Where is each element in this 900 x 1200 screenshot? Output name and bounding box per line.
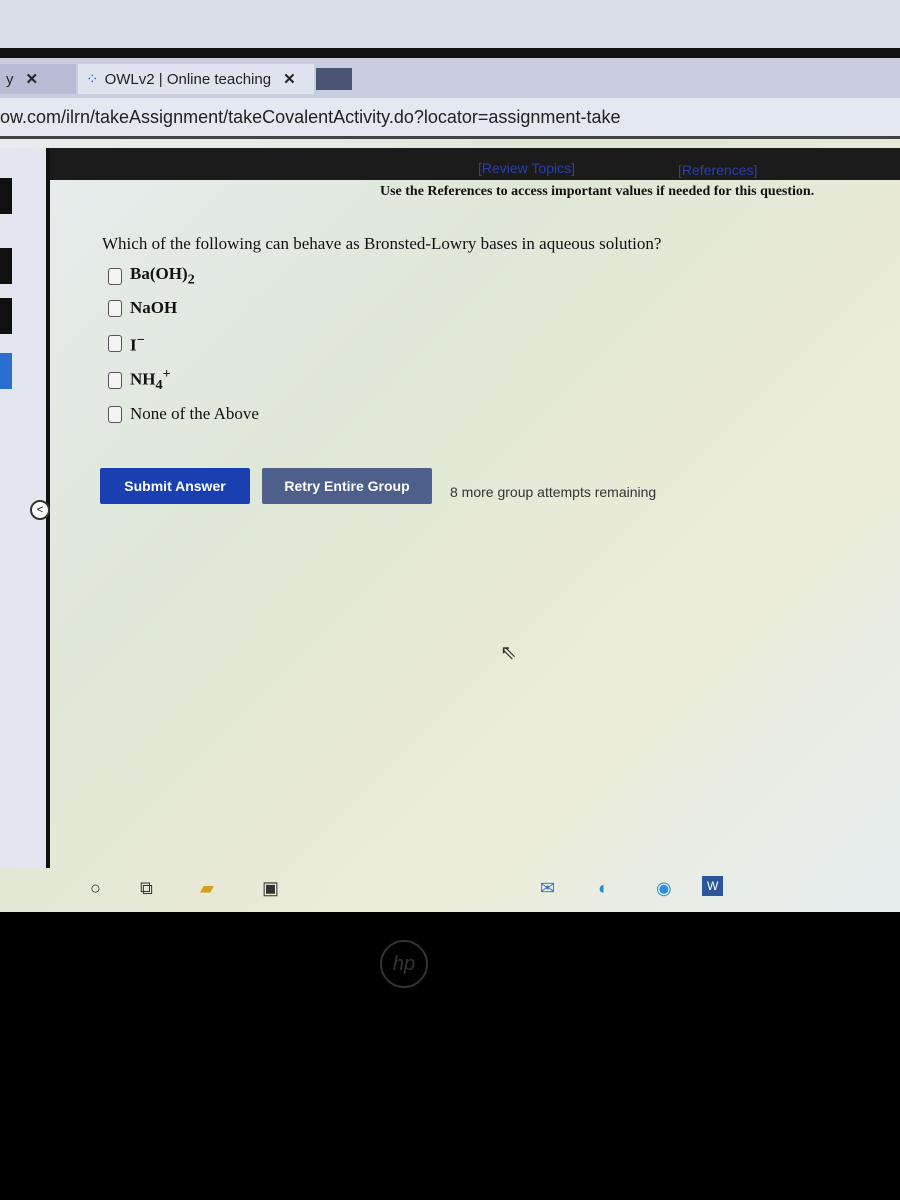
file-explorer-icon[interactable]: ▰: [200, 878, 214, 899]
superscript: −: [136, 332, 145, 348]
option-label: NaOH: [130, 298, 178, 317]
chrome-icon[interactable]: ◉: [656, 878, 672, 899]
mouse-cursor-icon: ⇖: [500, 642, 517, 664]
references-link[interactable]: [References]: [678, 162, 757, 178]
sidebar-item-active[interactable]: [0, 353, 12, 389]
subscript: 2: [187, 271, 195, 288]
question-panel: [Review Topics] [References] Use the Ref…: [50, 160, 900, 860]
option-label: I: [130, 335, 137, 355]
loading-icon: ⁘: [86, 71, 99, 88]
store-icon[interactable]: ▣: [262, 878, 279, 899]
checkbox[interactable]: [108, 299, 122, 317]
tab-label: OWLv2 | Online teaching: [104, 70, 272, 88]
edge-icon[interactable]: ◐: [598, 878, 609, 899]
checkbox[interactable]: [108, 267, 122, 285]
option-label: None of the Above: [130, 404, 259, 423]
url-text: ow.com/ilrn/takeAssignment/takeCovalentA…: [0, 106, 621, 127]
option-label: NH: [130, 369, 156, 389]
option-label: Ba(OH): [130, 264, 188, 283]
window-top: [0, 0, 900, 48]
superscript: +: [162, 366, 171, 382]
close-icon[interactable]: ✕: [26, 70, 39, 88]
close-icon[interactable]: ✕: [283, 70, 296, 88]
tab-previous[interactable]: y ✕: [0, 64, 76, 94]
taskbar: ○ ⧉ ▰ ▣ ✉ ◐ ◉ W: [0, 870, 900, 912]
tab-owlv2[interactable]: ⁘ OWLv2 | Online teaching ✕: [78, 64, 314, 94]
checkbox[interactable]: [108, 405, 122, 423]
option-none[interactable]: None of the Above: [108, 404, 259, 424]
tab-strip: y ✕ ⁘ OWLv2 | Online teaching ✕: [0, 48, 900, 98]
sidebar-item[interactable]: [0, 178, 12, 214]
address-bar[interactable]: ow.com/ilrn/takeAssignment/takeCovalentA…: [0, 98, 900, 139]
tab-label: y: [6, 70, 14, 88]
sidebar-item[interactable]: [0, 298, 12, 334]
search-circle-icon[interactable]: ○: [90, 878, 101, 899]
word-icon[interactable]: W: [702, 876, 724, 896]
sidebar: <: [0, 148, 50, 868]
retry-group-button[interactable]: Retry Entire Group: [262, 468, 432, 504]
new-tab-button[interactable]: [316, 68, 352, 90]
hp-logo: hp: [380, 940, 428, 988]
sidebar-item[interactable]: [0, 248, 12, 284]
submit-answer-button[interactable]: Submit Answer: [100, 468, 250, 504]
collapse-chevron-icon[interactable]: <: [30, 500, 50, 520]
option-ammonium[interactable]: NH4+: [108, 366, 171, 394]
task-view-icon[interactable]: ⧉: [140, 878, 153, 899]
subscript: 4: [155, 377, 163, 394]
mail-icon[interactable]: ✉: [540, 878, 555, 899]
screen: y ✕ ⁘ OWLv2 | Online teaching ✕ ow.com/i…: [0, 0, 900, 912]
review-topics-link[interactable]: [Review Topics]: [478, 160, 575, 176]
attempts-remaining: 8 more group attempts remaining: [450, 484, 657, 500]
option-naoh[interactable]: NaOH: [108, 298, 177, 318]
option-iodide[interactable]: I−: [108, 332, 145, 356]
checkbox[interactable]: [108, 371, 122, 389]
references-note: Use the References to access important v…: [380, 184, 815, 199]
checkbox[interactable]: [108, 335, 122, 353]
option-baoh2[interactable]: Ba(OH)2: [108, 264, 195, 288]
question-text: Which of the following can behave as Bro…: [102, 234, 662, 253]
